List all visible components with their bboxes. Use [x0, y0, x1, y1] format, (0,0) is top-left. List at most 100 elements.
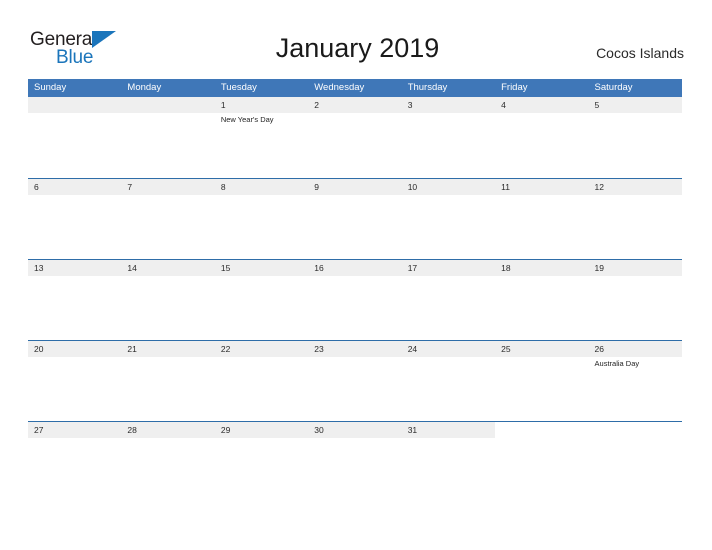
day-cell-21[interactable]: 21	[121, 341, 214, 357]
day-number: 20	[34, 344, 44, 354]
event-cell-empty	[215, 276, 308, 339]
day-number: 6	[34, 182, 39, 192]
general-blue-logo[interactable]: General Blue	[30, 30, 150, 70]
event-cell-empty	[121, 357, 214, 420]
day-number: 21	[127, 344, 137, 354]
event-cell-1[interactable]: New Year's Day	[215, 113, 308, 176]
day-cell-empty	[588, 422, 682, 438]
calendar-grid: Sunday Monday Tuesday Wednesday Thursday Frid…	[28, 79, 682, 502]
weekday-header-tuesday: Tuesday	[220, 82, 257, 93]
logo-text-blue: Blue	[56, 47, 94, 68]
event-cell-empty	[589, 438, 682, 501]
day-cell-empty	[495, 422, 589, 438]
calendar-page: General Blue January 2019 Cocos Islands …	[0, 0, 712, 550]
day-cell-6[interactable]: 6	[28, 179, 121, 195]
day-cell-27[interactable]: 27	[28, 422, 121, 438]
event-cell-empty	[215, 195, 308, 258]
day-cell-14[interactable]: 14	[121, 260, 214, 276]
day-cell-26[interactable]: 26	[589, 341, 682, 357]
event-cell-empty	[495, 113, 588, 176]
event-cell-empty	[308, 276, 401, 339]
day-cell-1[interactable]: 1	[215, 97, 308, 113]
day-number: 8	[220, 182, 226, 192]
day-number: 19	[594, 263, 604, 273]
day-number: 10	[407, 182, 418, 192]
calendar-week-row: 6 7 8 9 10 11 12	[28, 178, 682, 259]
day-cell-12[interactable]: 12	[589, 179, 682, 195]
event-cell-empty	[589, 113, 682, 176]
event-cell-empty	[28, 357, 121, 420]
page-title: January 2019	[275, 33, 440, 63]
week-event-band	[28, 438, 682, 501]
day-number: 17	[407, 263, 418, 273]
day-cell-17[interactable]: 17	[402, 260, 495, 276]
day-number: 28	[127, 425, 137, 435]
day-cell-29[interactable]: 29	[215, 422, 308, 438]
day-number: 9	[314, 182, 319, 192]
day-cell-5[interactable]: 5	[589, 97, 682, 113]
day-number: 18	[501, 263, 511, 273]
day-cell-8[interactable]: 8	[215, 179, 308, 195]
day-cell-15[interactable]: 15	[215, 260, 308, 276]
day-cell-30[interactable]: 30	[308, 422, 401, 438]
event-cell-empty	[308, 195, 401, 258]
event-cell-empty	[28, 195, 121, 258]
day-number: 7	[127, 182, 133, 192]
day-number: 31	[407, 425, 418, 435]
event-cell-empty	[121, 113, 214, 176]
day-number: 26	[594, 344, 604, 354]
blue-flag-triangle-icon	[92, 31, 116, 48]
week-event-band: New Year's Day	[28, 113, 682, 176]
day-number: 3	[407, 100, 413, 110]
week-event-band: Australia Day	[28, 357, 682, 420]
event-cell-empty	[121, 195, 214, 258]
day-cell-11[interactable]: 11	[495, 179, 588, 195]
day-cell-25[interactable]: 25	[495, 341, 588, 357]
week-date-band: 20 21 22 23 24 25 26	[28, 341, 682, 357]
region-label: Cocos Islands	[596, 45, 684, 61]
day-number: 12	[594, 182, 604, 192]
day-cell-16[interactable]: 16	[308, 260, 401, 276]
event-cell-empty	[215, 357, 308, 420]
event-cell-empty	[589, 276, 682, 339]
day-number: 14	[127, 263, 137, 273]
holiday-label: Australia Day	[594, 359, 640, 368]
event-cell-empty	[402, 438, 495, 501]
day-cell-18[interactable]: 18	[495, 260, 588, 276]
day-cell-2[interactable]: 2	[308, 97, 401, 113]
week-date-band: 27 28 29 30 31	[28, 422, 682, 438]
day-cell-28[interactable]: 28	[121, 422, 214, 438]
event-cell-empty	[121, 438, 214, 501]
day-cell-22[interactable]: 22	[215, 341, 308, 357]
weekday-header-saturday: Saturday	[594, 82, 633, 93]
holiday-label: New Year's Day	[220, 115, 274, 124]
day-cell-7[interactable]: 7	[121, 179, 214, 195]
event-cell-empty	[308, 438, 401, 501]
event-cell-empty	[121, 276, 214, 339]
day-cell-31[interactable]: 31	[402, 422, 495, 438]
day-cell-19[interactable]: 19	[589, 260, 682, 276]
day-number: 4	[501, 100, 506, 110]
day-number: 25	[501, 344, 511, 354]
week-event-band	[28, 195, 682, 258]
day-cell-3[interactable]: 3	[402, 97, 495, 113]
day-number: 5	[594, 100, 600, 110]
event-cell-26[interactable]: Australia Day	[589, 357, 682, 420]
day-number: 16	[314, 263, 324, 273]
event-cell-empty	[28, 113, 121, 176]
event-cell-empty	[308, 113, 401, 176]
week-date-band: 13 14 15 16 17 18 19	[28, 260, 682, 276]
calendar-week-row: 1 2 3 4 5 New Year's Day	[28, 97, 682, 178]
event-cell-empty	[28, 438, 121, 501]
week-date-band: 1 2 3 4 5	[28, 97, 682, 113]
day-cell-10[interactable]: 10	[402, 179, 495, 195]
day-cell-empty	[121, 97, 214, 113]
day-cell-9[interactable]: 9	[308, 179, 401, 195]
day-cell-13[interactable]: 13	[28, 260, 121, 276]
page-header: General Blue January 2019 Cocos Islands	[0, 0, 712, 76]
day-number: 27	[34, 425, 44, 435]
day-cell-20[interactable]: 20	[28, 341, 121, 357]
day-cell-4[interactable]: 4	[495, 97, 588, 113]
day-cell-23[interactable]: 23	[308, 341, 401, 357]
day-cell-24[interactable]: 24	[402, 341, 495, 357]
